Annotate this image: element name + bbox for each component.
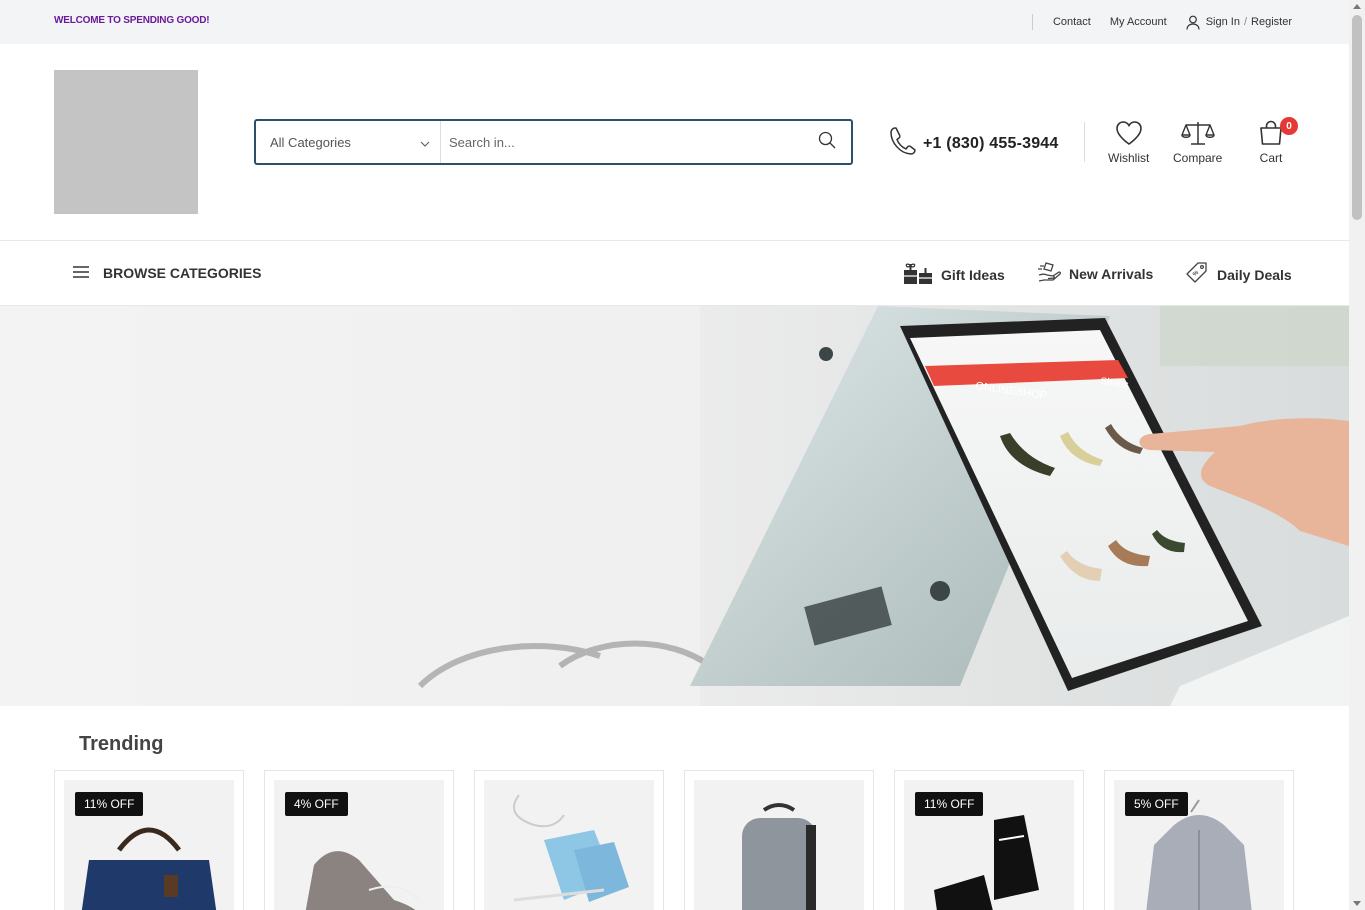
scrollbar-thumb[interactable]	[1352, 15, 1362, 220]
page-scrollbar[interactable]	[1349, 0, 1365, 910]
welcome-message: WELCOME TO SPENDING GOOD!	[54, 15, 210, 26]
cart-count-badge: 0	[1280, 117, 1298, 135]
shopping-bag-icon: 0	[1258, 117, 1298, 151]
discount-badge: 11% OFF	[915, 792, 984, 816]
cart-label: Cart	[1259, 151, 1283, 165]
top-links: Contact My Account Sign In / Register	[1031, 14, 1292, 30]
product-card[interactable]	[684, 770, 874, 910]
phone-number: +1 (830) 455-3944	[923, 134, 1059, 152]
discount-badge: 11% OFF	[75, 792, 144, 816]
product-image-ice-skates[interactable]	[484, 780, 654, 910]
svg-text:%: %	[1192, 269, 1200, 277]
hero-illustration: ONLINESHOP Shoes	[0, 306, 1349, 706]
browse-categories-label: BROWSE CATEGORIES	[103, 265, 262, 281]
top-divider	[1031, 14, 1033, 30]
site-logo[interactable]	[54, 70, 198, 214]
heart-icon	[1115, 120, 1143, 151]
nav-daily-deals-label: Daily Deals	[1217, 266, 1292, 283]
register-link[interactable]: Register	[1251, 16, 1292, 28]
top-bar: WELCOME TO SPENDING GOOD! Contact My Acc…	[0, 0, 1349, 44]
product-card[interactable]: 5% OFF	[1104, 770, 1294, 910]
product-card[interactable]	[474, 770, 664, 910]
scroll-up-arrow[interactable]	[1353, 4, 1361, 9]
sign-in-link[interactable]: Sign In	[1206, 16, 1240, 28]
search-bar: All Categories	[254, 119, 853, 165]
menu-icon	[73, 265, 103, 281]
search-button[interactable]	[803, 121, 851, 163]
compare-button[interactable]: Compare	[1173, 120, 1222, 165]
header-divider	[1084, 122, 1085, 162]
product-card[interactable]: 4% OFF	[264, 770, 454, 910]
nav-gift-ideas[interactable]: Gift Ideas	[903, 261, 1005, 288]
compare-label: Compare	[1173, 151, 1223, 165]
search-icon	[818, 131, 836, 154]
product-image-backpack[interactable]	[694, 780, 864, 910]
delivery-hand-icon	[1037, 261, 1069, 286]
trending-heading: Trending	[79, 733, 164, 755]
my-account-link[interactable]: My Account	[1110, 16, 1167, 28]
category-select[interactable]: All Categories	[256, 121, 441, 163]
cart-button[interactable]: 0 Cart	[1258, 117, 1298, 165]
category-select-value: All Categories	[270, 134, 351, 150]
price-tag-icon: %	[1185, 261, 1217, 288]
hero-banner[interactable]: ONLINESHOP Shoes	[0, 306, 1349, 706]
phone-contact[interactable]: +1 (830) 455-3944	[889, 126, 1059, 161]
sign-in-separator: /	[1243, 16, 1248, 28]
discount-badge: 5% OFF	[1125, 792, 1188, 816]
trending-products: 11% OFF 4% OFF 11% OFF 5% OFF	[54, 770, 1294, 910]
scroll-down-arrow[interactable]	[1353, 901, 1361, 906]
wishlist-label: Wishlist	[1108, 151, 1150, 165]
wishlist-button[interactable]: Wishlist	[1108, 120, 1149, 165]
nav-gift-ideas-label: Gift Ideas	[941, 266, 1005, 283]
nav-new-arrivals-label: New Arrivals	[1069, 265, 1154, 282]
search-input[interactable]	[441, 121, 803, 163]
browse-categories-button[interactable]: BROWSE CATEGORIES	[73, 265, 261, 281]
product-card[interactable]: 11% OFF	[54, 770, 244, 910]
phone-icon	[889, 126, 917, 161]
main-nav: BROWSE CATEGORIES Gift Ideas New Arrival…	[0, 240, 1349, 306]
contact-link[interactable]: Contact	[1053, 16, 1091, 28]
gift-icon	[903, 261, 941, 288]
discount-badge: 4% OFF	[285, 792, 348, 816]
product-card[interactable]: 11% OFF	[894, 770, 1084, 910]
scale-icon	[1180, 120, 1215, 151]
chevron-down-icon	[420, 135, 430, 150]
nav-daily-deals[interactable]: % Daily Deals	[1185, 261, 1292, 288]
nav-new-arrivals[interactable]: New Arrivals	[1037, 261, 1153, 286]
user-icon	[1186, 15, 1200, 30]
